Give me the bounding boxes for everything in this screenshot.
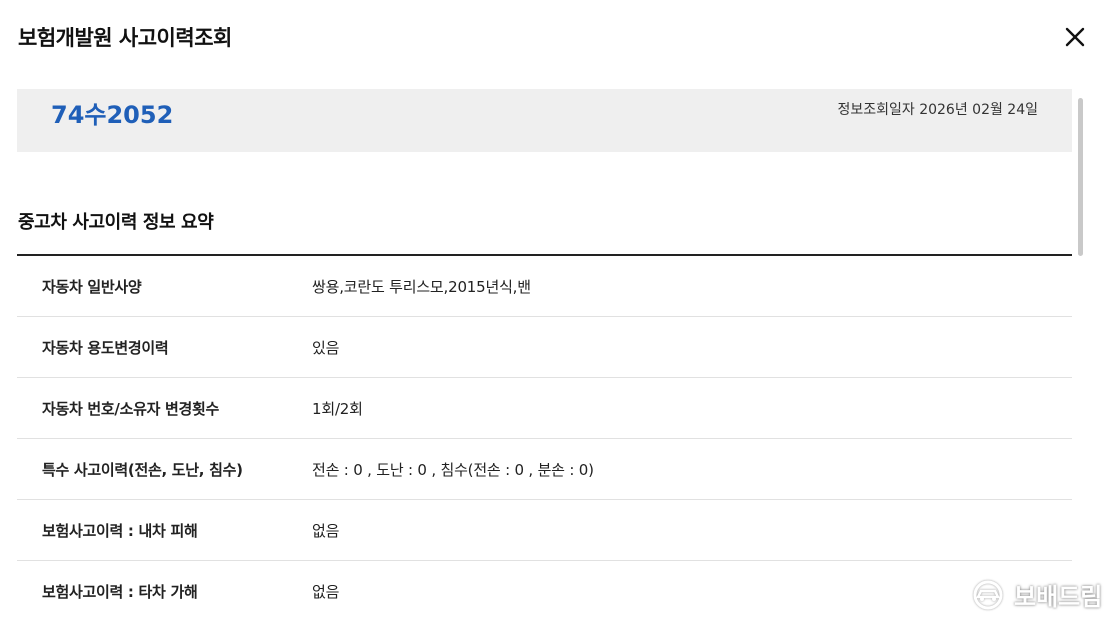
table-row: 보험사고이력 : 타차 가해 없음 bbox=[17, 561, 1072, 621]
row-label: 자동차 일반사양 bbox=[42, 277, 142, 296]
table-row: 자동차 번호/소유자 변경횟수 1회/2회 bbox=[17, 378, 1072, 439]
watermark: 보배드림 bbox=[968, 577, 1102, 612]
table-row: 자동차 용도변경이력 있음 bbox=[17, 317, 1072, 378]
watermark-text: 보배드림 bbox=[1014, 583, 1103, 611]
modal-title: 보험개발원 사고이력조회 bbox=[18, 26, 232, 50]
table-row: 특수 사고이력(전손, 도난, 침수) 전손 : 0 , 도난 : 0 , 침수… bbox=[17, 439, 1072, 500]
section-title: 중고차 사고이력 정보 요약 bbox=[18, 212, 214, 233]
row-value: 있음 bbox=[312, 338, 340, 357]
table-row: 자동차 일반사양 쌍용,코란도 투리스모,2015년식,밴 bbox=[17, 256, 1072, 317]
vehicle-info-box: 74수2052 정보조회일자 2026년 02월 24일 bbox=[17, 89, 1072, 152]
row-label: 보험사고이력 : 내차 피해 bbox=[42, 521, 198, 540]
row-label: 특수 사고이력(전손, 도난, 침수) bbox=[42, 460, 243, 479]
row-label: 자동차 번호/소유자 변경횟수 bbox=[42, 399, 220, 418]
row-value: 1회/2회 bbox=[312, 399, 363, 418]
row-label: 보험사고이력 : 타차 가해 bbox=[42, 582, 198, 601]
row-value: 쌍용,코란도 투리스모,2015년식,밴 bbox=[312, 277, 531, 296]
row-label: 자동차 용도변경이력 bbox=[42, 338, 169, 357]
close-icon[interactable] bbox=[1064, 26, 1086, 48]
row-value: 없음 bbox=[312, 521, 340, 540]
car-logo-icon bbox=[973, 580, 1003, 609]
scrollbar-thumb[interactable] bbox=[1078, 98, 1083, 256]
row-value: 없음 bbox=[312, 582, 340, 601]
close-button[interactable] bbox=[1060, 22, 1090, 52]
plate-number: 74수2052 bbox=[51, 101, 174, 129]
table-row: 보험사고이력 : 내차 피해 없음 bbox=[17, 500, 1072, 561]
row-value: 전손 : 0 , 도난 : 0 , 침수(전손 : 0 , 분손 : 0) bbox=[312, 460, 594, 479]
query-date: 정보조회일자 2026년 02월 24일 bbox=[837, 102, 1038, 118]
summary-table: 자동차 일반사양 쌍용,코란도 투리스모,2015년식,밴 자동차 용도변경이력… bbox=[17, 254, 1072, 621]
